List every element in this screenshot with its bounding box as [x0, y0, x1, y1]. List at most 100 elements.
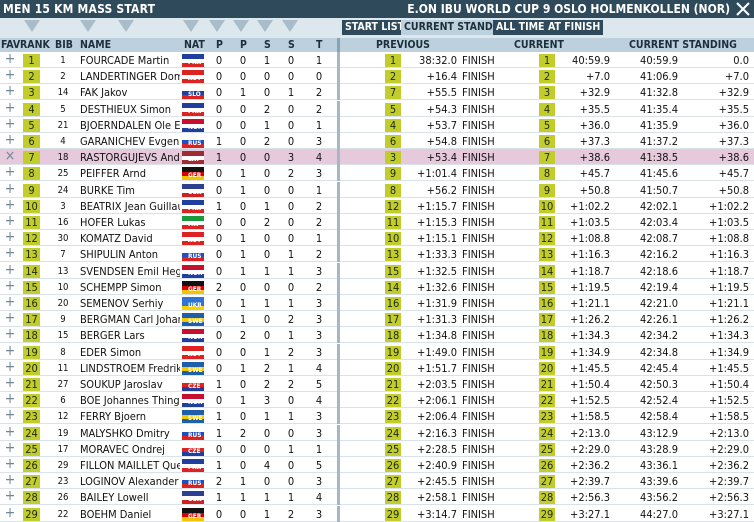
table-row[interactable]: +28 26 BAILEY Lowell USA 1 1 1 1 4 28 +2:58.1 FINIS…	[0, 489, 754, 506]
table-row[interactable]: +4 5 DESTHIEUX Simon FRA 0 0 2 0 2 5 +54.3 FINISH 4 +…	[0, 100, 754, 117]
table-row[interactable]: +18 15 BERGER Lars NOR 0 2 0 1 3 18 +1:34.8 FINISH 1…	[0, 327, 754, 344]
col-prone-1[interactable]: P	[216, 39, 223, 51]
add-favorite-plus-icon[interactable]: +	[4, 346, 16, 359]
table-row[interactable]: +6 4 GARANICHEV Evgeniy RUS 1 0 2 0 3 6 +54.8 FINIS…	[0, 133, 754, 149]
add-favorite-plus-icon[interactable]: +	[4, 54, 16, 67]
add-favorite-plus-icon[interactable]: +	[4, 167, 16, 180]
add-favorite-plus-icon[interactable]: +	[4, 119, 16, 132]
add-favorite-plus-icon[interactable]: +	[4, 103, 16, 116]
add-favorite-plus-icon[interactable]: +	[4, 491, 16, 504]
nat-filter-triangle-icon[interactable]	[183, 20, 199, 32]
col-current-standing[interactable]: CURRENT STANDING	[629, 39, 737, 51]
at-finish-button[interactable]: AT FINISH	[545, 20, 604, 35]
current-rank-badge: 23	[539, 410, 555, 424]
prone-1-misses: 0	[215, 232, 223, 246]
p2-filter-triangle-icon[interactable]	[233, 20, 249, 32]
col-name[interactable]: NAME	[80, 39, 111, 51]
s1-filter-triangle-icon[interactable]	[257, 20, 273, 32]
nation-flag-icon: USA	[182, 183, 204, 197]
add-favorite-plus-icon[interactable]: +	[4, 329, 16, 342]
table-row[interactable]: +21 27 SOUKUP Jaroslav CZE 1 0 2 2 5 21 +2:03.5 FIN…	[0, 376, 754, 392]
table-row[interactable]: +19 8 EDER Simon AUT 0 0 1 2 3 19 +1:49.0 FINISH 19 +…	[0, 343, 754, 360]
table-row[interactable]: +20 11 LINDSTROEM Fredrik SWE 0 1 2 1 4 20 +1:51.7…	[0, 359, 754, 376]
athlete-name: EDER Simon	[80, 345, 142, 359]
standing-difference: +2:39.7	[709, 475, 749, 489]
name-sort-triangle-icon[interactable]	[80, 20, 96, 32]
table-row[interactable]: +27 23 LOGINOV Alexander RUS 2 1 0 0 3 27 +2:45.5 F…	[0, 473, 754, 490]
add-favorite-plus-icon[interactable]: +	[4, 200, 16, 213]
col-total[interactable]: T	[316, 39, 322, 51]
table-row[interactable]: +26 29 FILLON MAILLET Que FRA 1 0 4 0 5 26 +2:40.9…	[0, 457, 754, 473]
table-row[interactable]: +16 20 SEMENOV Serhiy UKR 0 1 1 1 3 16 +1:31.9 FINI…	[0, 295, 754, 311]
add-favorite-plus-icon[interactable]: +	[4, 232, 16, 245]
table-row[interactable]: +13 7 SHIPULIN Anton RUS 0 1 0 1 2 13 +1:33.3 FINIS…	[0, 246, 754, 263]
add-favorite-plus-icon[interactable]: +	[4, 297, 16, 310]
add-favorite-plus-icon[interactable]: +	[4, 459, 16, 472]
col-standing-2[interactable]: S	[288, 39, 295, 51]
add-favorite-plus-icon[interactable]: +	[4, 216, 16, 229]
table-row[interactable]: +10 3 BEATRIX Jean Guillau FRA 1 0 1 0 2 12 +1:15.…	[0, 197, 754, 214]
table-row[interactable]: +17 9 BERGMAN Carl Johan SWE 0 1 0 2 3 17 +1:31.3 F…	[0, 311, 754, 328]
p1-filter-triangle-icon[interactable]	[209, 20, 225, 32]
add-favorite-plus-icon[interactable]: +	[4, 410, 16, 423]
table-row[interactable]: +11 16 HOFER Lukas ITA 0 0 2 0 2 11 +1:15.3 FINISH 1…	[0, 214, 754, 230]
add-favorite-plus-icon[interactable]: +	[4, 70, 16, 83]
add-favorite-plus-icon[interactable]: +	[4, 265, 16, 278]
table-row[interactable]: +23 12 FERRY Bjoern SWE 1 0 1 1 3 23 +2:06.4 FINISH…	[0, 408, 754, 425]
table-row[interactable]: +9 24 BURKE Tim USA 0 1 0 0 1 8 +56.2 FINISH 9 +50.8 4…	[0, 181, 754, 198]
add-favorite-plus-icon[interactable]: +	[4, 427, 16, 440]
col-fav[interactable]: FAV	[1, 39, 20, 51]
rank-sort-triangle-icon[interactable]	[24, 20, 40, 32]
table-row[interactable]: +8 25 PEIFFER Arnd GER 0 1 0 2 3 9 +1:01.4 FINISH 8 +…	[0, 165, 754, 182]
col-bib[interactable]: BIB	[55, 39, 73, 51]
add-favorite-plus-icon[interactable]: +	[4, 135, 16, 148]
table-row[interactable]: +22 6 BOE Johannes Thingn NOR 0 1 3 0 4 22 +2:06.1…	[0, 392, 754, 409]
add-favorite-plus-icon[interactable]: +	[4, 508, 16, 521]
add-favorite-plus-icon[interactable]: +	[4, 184, 16, 197]
table-row[interactable]: +24 19 MALYSHKO Dmitry RUS 1 2 0 0 3 24 +2:16.3 FIN…	[0, 424, 754, 441]
add-favorite-plus-icon[interactable]: +	[4, 248, 16, 261]
column-divider	[337, 68, 340, 85]
prone-1-misses: 0	[215, 248, 223, 262]
col-current[interactable]: CURRENT	[514, 39, 564, 51]
start-list-button[interactable]: START LIST	[342, 20, 408, 35]
current-rank-badge: 11	[539, 216, 555, 229]
table-row[interactable]: +5 21 BJOERNDALEN Ole Ein NOR 0 0 1 0 1 4 +53.7 FIN…	[0, 116, 754, 133]
rank-badge: 17	[23, 313, 40, 327]
add-favorite-plus-icon[interactable]: +	[4, 378, 16, 391]
table-row[interactable]: +3 14 FAK Jakov SLO 0 1 0 1 2 7 +55.5 FINISH 3 +32.9 4…	[0, 84, 754, 101]
col-rank[interactable]: RANK	[20, 39, 50, 51]
close-icon[interactable]	[735, 1, 751, 17]
add-favorite-plus-icon[interactable]: +	[4, 313, 16, 326]
add-favorite-plus-icon[interactable]: +	[4, 281, 16, 294]
add-favorite-plus-icon[interactable]: +	[4, 443, 16, 456]
previous-rank-badge: 9	[385, 167, 401, 181]
standing-difference: +32.9	[718, 86, 749, 100]
table-row[interactable]: +15 10 SCHEMPP Simon GER 2 0 0 0 2 14 +1:32.6 FINIS…	[0, 278, 754, 295]
col-prone-2[interactable]: P	[240, 39, 247, 51]
table-row[interactable]: +25 17 MORAVEC Ondrej CZE 0 0 0 1 1 25 +2:28.5 FINI…	[0, 440, 754, 457]
add-favorite-plus-icon[interactable]: +	[4, 475, 16, 488]
add-favorite-plus-icon[interactable]: +	[4, 86, 16, 99]
table-row[interactable]: × 7 18 RASTORGUJEVS Andre LAT 1 0 0 3 4 3 +53.4 FINI…	[0, 149, 754, 166]
table-row[interactable]: +14 13 SVENDSEN Emil Hegle NOR 0 1 1 1 3 15 +1:32.…	[0, 262, 754, 279]
rank-badge: 16	[23, 297, 40, 310]
standing-time: 42:52.4	[640, 394, 678, 408]
s2-filter-triangle-icon[interactable]	[282, 20, 298, 32]
add-favorite-plus-icon[interactable]: +	[4, 362, 16, 375]
table-row[interactable]: +12 30 KOMATZ David AUT 0 1 0 0 1 10 +1:15.1 FINISH…	[0, 230, 754, 247]
name-filter-triangle-icon[interactable]	[118, 20, 134, 32]
remove-favorite-cross-icon[interactable]: ×	[4, 151, 16, 164]
col-standing-1[interactable]: S	[264, 39, 271, 51]
current-time: +1:34.9	[570, 345, 610, 359]
table-row[interactable]: +29 22 BOEHM Daniel GER 0 0 1 2 3 29 +3:14.7 FINISH…	[0, 505, 754, 522]
prone-1-misses: 0	[215, 313, 223, 327]
table-row[interactable]: +1 1 FOURCADE Martin FRA 0 0 1 0 1 1 38:32.0 FINISH…	[0, 52, 754, 68]
table-row[interactable]: +2 2 LANDERTINGER Domi AUT 0 0 0 0 0 2 +16.4 FINISH…	[0, 68, 754, 85]
prone-2-misses: 0	[239, 459, 247, 472]
nation-code: RUS	[188, 139, 202, 147]
standing-2-misses: 2	[287, 345, 295, 359]
col-nat[interactable]: NAT	[184, 39, 205, 51]
add-favorite-plus-icon[interactable]: +	[4, 394, 16, 407]
col-previous[interactable]: PREVIOUS	[376, 39, 430, 51]
